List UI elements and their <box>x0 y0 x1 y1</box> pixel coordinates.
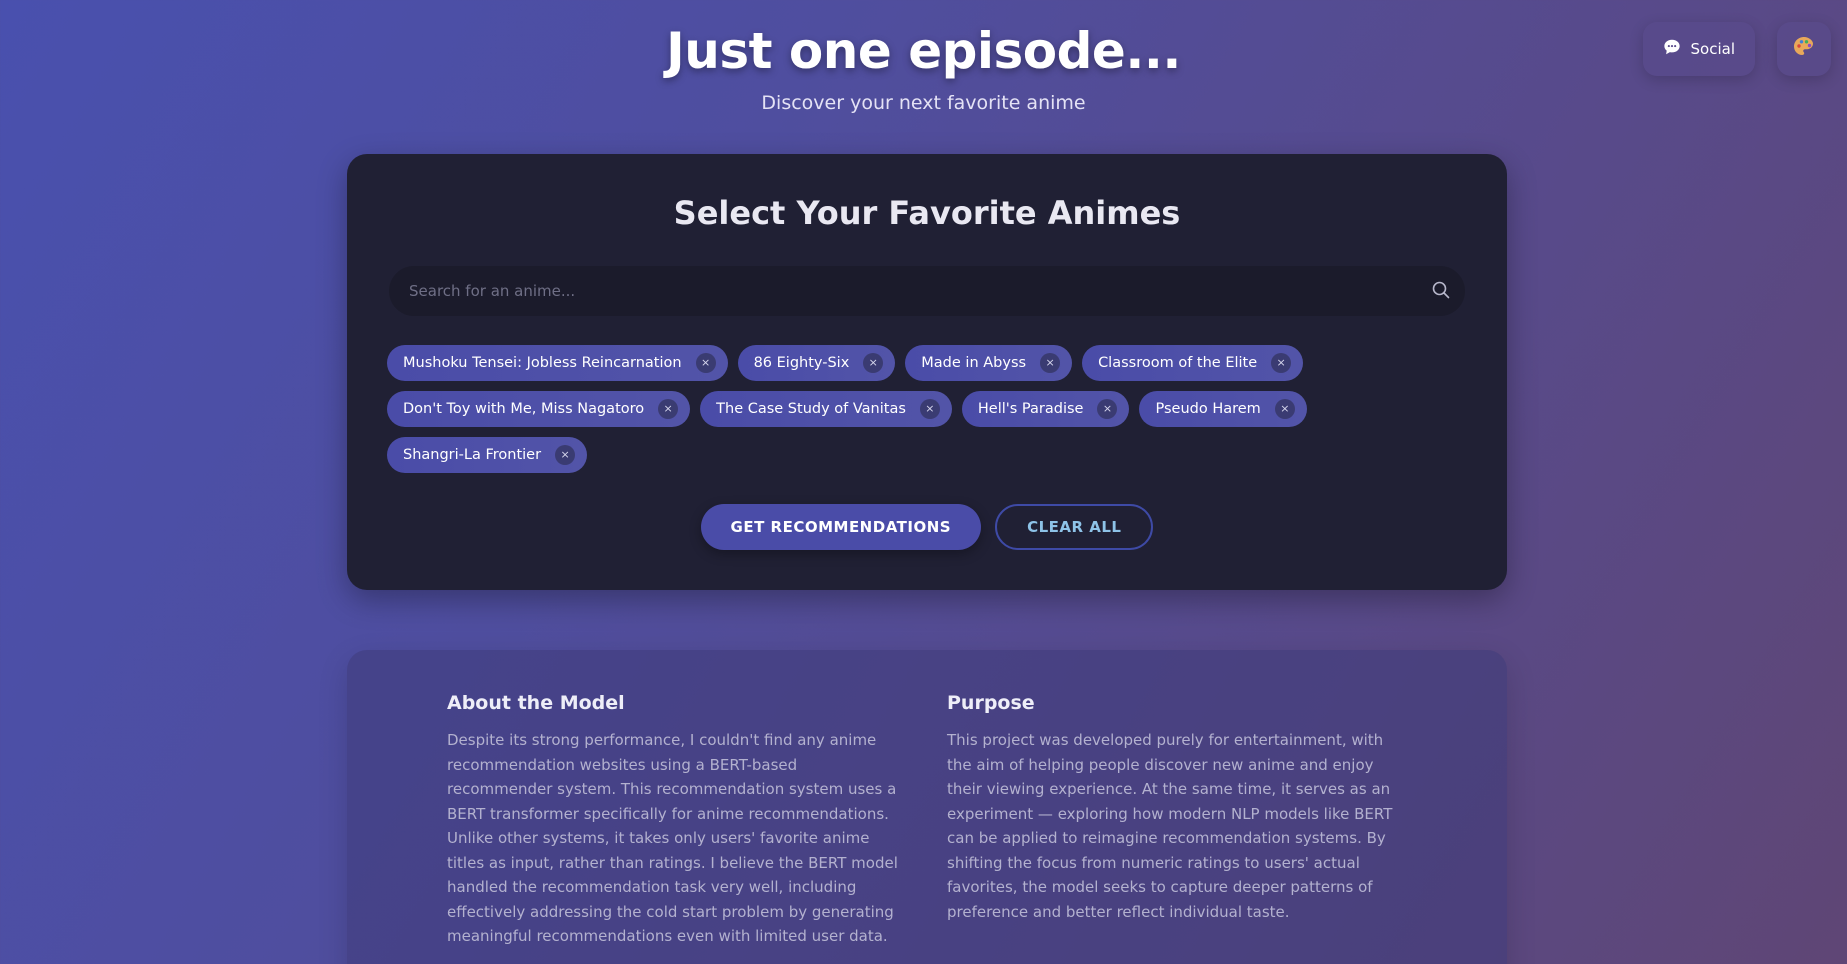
close-icon[interactable]: × <box>695 353 716 373</box>
social-label: Social <box>1690 40 1735 58</box>
purpose-text: This project was developed purely for en… <box>947 731 1393 921</box>
anime-tag: Hell's Paradise × <box>961 391 1130 427</box>
anime-tag: Don't Toy with Me, Miss Nagatoro × <box>387 391 691 427</box>
tag-label: The Case Study of Vanitas <box>716 401 906 417</box>
anime-tag: Shangri-La Frontier × <box>387 437 588 473</box>
social-button[interactable]: Social <box>1642 22 1755 76</box>
anime-tag: Made in Abyss × <box>905 345 1073 381</box>
page-header: Just one episode... Discover your next f… <box>0 0 1847 114</box>
anime-tag: Mushoku Tensei: Jobless Reincarnation × <box>387 345 728 381</box>
close-icon[interactable]: × <box>555 445 576 465</box>
close-icon[interactable]: × <box>1040 353 1061 373</box>
palette-icon <box>1792 35 1816 63</box>
top-actions: Social <box>1642 22 1831 76</box>
anime-selector-card: Select Your Favorite Animes Mushoku Tens… <box>347 154 1507 590</box>
close-icon[interactable]: × <box>919 399 940 419</box>
tag-label: Made in Abyss <box>921 355 1027 371</box>
tag-label: Mushoku Tensei: Jobless Reincarnation <box>403 355 682 371</box>
purpose-heading: Purpose <box>947 692 1035 714</box>
speech-bubble-icon <box>1663 38 1681 60</box>
tag-label: 86 Eighty-Six <box>753 355 850 371</box>
tag-label: Pseudo Harem <box>1155 401 1261 417</box>
selected-tags: Mushoku Tensei: Jobless Reincarnation × … <box>387 345 1467 483</box>
close-icon[interactable]: × <box>1274 399 1295 419</box>
search-input[interactable] <box>389 266 1389 316</box>
get-recommendations-button[interactable]: GET RECOMMENDATIONS <box>700 504 982 550</box>
anime-tag: 86 Eighty-Six × <box>737 345 896 381</box>
close-icon[interactable]: × <box>863 353 884 373</box>
clear-all-button[interactable]: CLEAR ALL <box>995 504 1154 550</box>
anime-tag: Pseudo Harem × <box>1139 391 1307 427</box>
close-icon[interactable]: × <box>1097 399 1118 419</box>
tag-label: Shangri-La Frontier <box>403 447 542 463</box>
selector-title: Select Your Favorite Animes <box>673 194 1181 232</box>
close-icon[interactable]: × <box>658 399 679 419</box>
close-icon[interactable]: × <box>1271 353 1292 373</box>
tag-row: Shangri-La Frontier × <box>387 437 1467 473</box>
about-model-heading: About the Model <box>447 692 625 714</box>
tag-label: Don't Toy with Me, Miss Nagatoro <box>403 401 645 417</box>
tag-label: Classroom of the Elite <box>1098 355 1258 371</box>
about-model-section: About the Model Despite its strong perfo… <box>447 692 907 949</box>
app-subtitle: Discover your next favorite anime <box>761 92 1086 114</box>
anime-tag: Classroom of the Elite × <box>1082 345 1304 381</box>
about-model-text: Despite its strong performance, I couldn… <box>447 731 898 945</box>
theme-button[interactable] <box>1777 22 1831 76</box>
app-title: Just one episode... <box>666 22 1181 80</box>
about-card: About the Model Despite its strong perfo… <box>347 650 1507 964</box>
search-box <box>389 266 1465 316</box>
search-icon[interactable] <box>1431 280 1451 304</box>
selector-actions: GET RECOMMENDATIONS CLEAR ALL <box>347 504 1507 550</box>
tag-row: Mushoku Tensei: Jobless Reincarnation × … <box>387 345 1467 381</box>
tag-label: Hell's Paradise <box>977 401 1084 417</box>
tag-row: Don't Toy with Me, Miss Nagatoro × The C… <box>387 391 1467 427</box>
purpose-section: Purpose This project was developed purel… <box>947 692 1407 924</box>
anime-tag: The Case Study of Vanitas × <box>700 391 952 427</box>
